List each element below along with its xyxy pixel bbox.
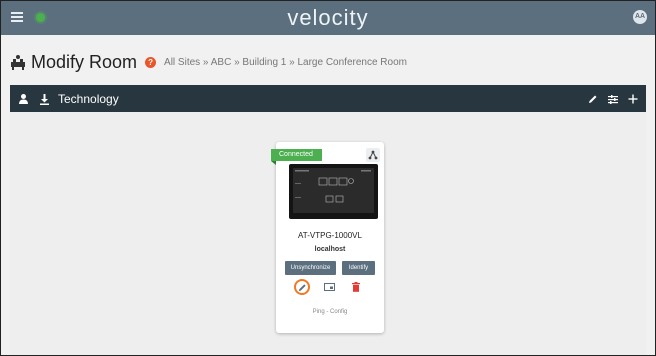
add-icon[interactable] bbox=[628, 94, 638, 104]
breadcrumb-separator: » bbox=[231, 56, 243, 68]
status-badge: Connected bbox=[271, 149, 322, 165]
device-tree-icon[interactable] bbox=[366, 148, 380, 162]
identify-button[interactable]: Identify bbox=[342, 261, 375, 275]
screen-icon[interactable] bbox=[324, 283, 335, 292]
room-icon bbox=[11, 55, 25, 70]
help-icon[interactable]: ? bbox=[145, 56, 157, 68]
device-model: AT-VTPG-1000VL bbox=[298, 231, 362, 240]
app-frame: velocity AA Modify Room ? All Sites » AB… bbox=[0, 0, 656, 356]
breadcrumb-item: Large Conference Room bbox=[297, 56, 407, 68]
trash-icon[interactable] bbox=[352, 282, 360, 292]
page-header: Modify Room ? All Sites » ABC » Building… bbox=[9, 49, 407, 75]
unsynchronize-button[interactable]: Unsynchronize bbox=[285, 261, 336, 275]
breadcrumb-item[interactable]: All Sites bbox=[164, 57, 200, 68]
breadcrumb-item[interactable]: ABC bbox=[211, 57, 232, 68]
breadcrumb-separator: » bbox=[200, 56, 211, 68]
technology-section-bar: Technology bbox=[10, 85, 646, 112]
user-icon[interactable] bbox=[18, 93, 29, 105]
app-logo: velocity bbox=[287, 5, 369, 30]
section-title: Technology bbox=[58, 91, 119, 106]
ping-config-link[interactable]: Ping - Config bbox=[276, 309, 384, 315]
breadcrumb-item[interactable]: Building 1 bbox=[242, 57, 286, 68]
avatar[interactable]: AA bbox=[633, 10, 647, 24]
device-actions bbox=[276, 279, 384, 297]
edit-icon[interactable] bbox=[588, 94, 598, 104]
top-bar: velocity AA bbox=[1, 1, 655, 35]
device-host: localhost bbox=[314, 246, 346, 253]
device-card: Connected AT-VTPG-1000VL localhost Unsyn… bbox=[271, 142, 384, 333]
edit-device-button[interactable] bbox=[294, 279, 310, 295]
settings-icon[interactable] bbox=[608, 94, 618, 104]
edit-icon bbox=[298, 284, 306, 292]
device-image bbox=[289, 164, 378, 219]
download-icon[interactable] bbox=[39, 93, 50, 105]
page-title: Modify Room bbox=[31, 51, 138, 72]
breadcrumb: All Sites » ABC » Building 1 » Large Con… bbox=[164, 57, 407, 68]
breadcrumb-separator: » bbox=[286, 56, 298, 68]
